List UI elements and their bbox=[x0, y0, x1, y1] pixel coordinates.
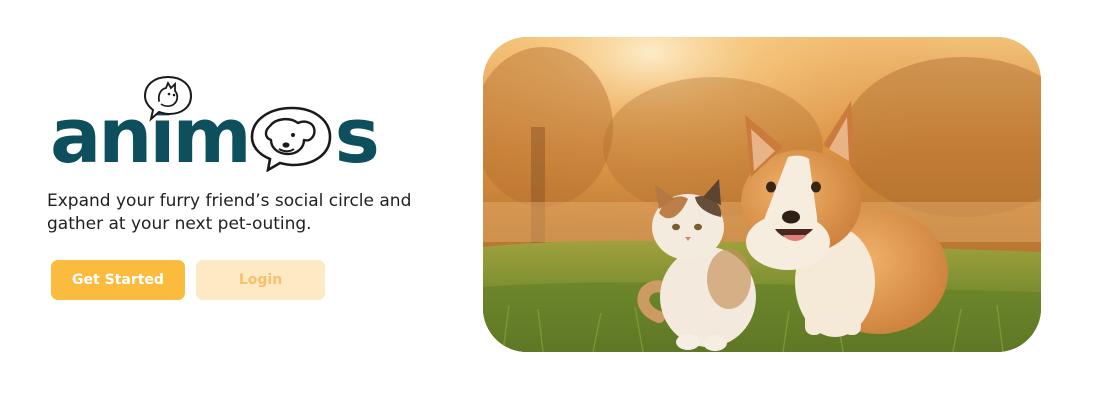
brand-logo: anim s bbox=[50, 70, 380, 180]
landing-page: anim s Expand your furry friend’s social … bbox=[0, 0, 1114, 411]
hero-tagline: Expand your furry friend’s social circle… bbox=[47, 191, 412, 234]
dog-speech-bubble-icon bbox=[250, 106, 332, 172]
login-button[interactable]: Login bbox=[196, 260, 325, 300]
cat-speech-bubble-icon bbox=[143, 75, 193, 122]
get-started-button[interactable]: Get Started bbox=[51, 260, 185, 300]
hero-image bbox=[483, 37, 1041, 352]
cat-and-corgi-photo bbox=[483, 37, 1041, 352]
